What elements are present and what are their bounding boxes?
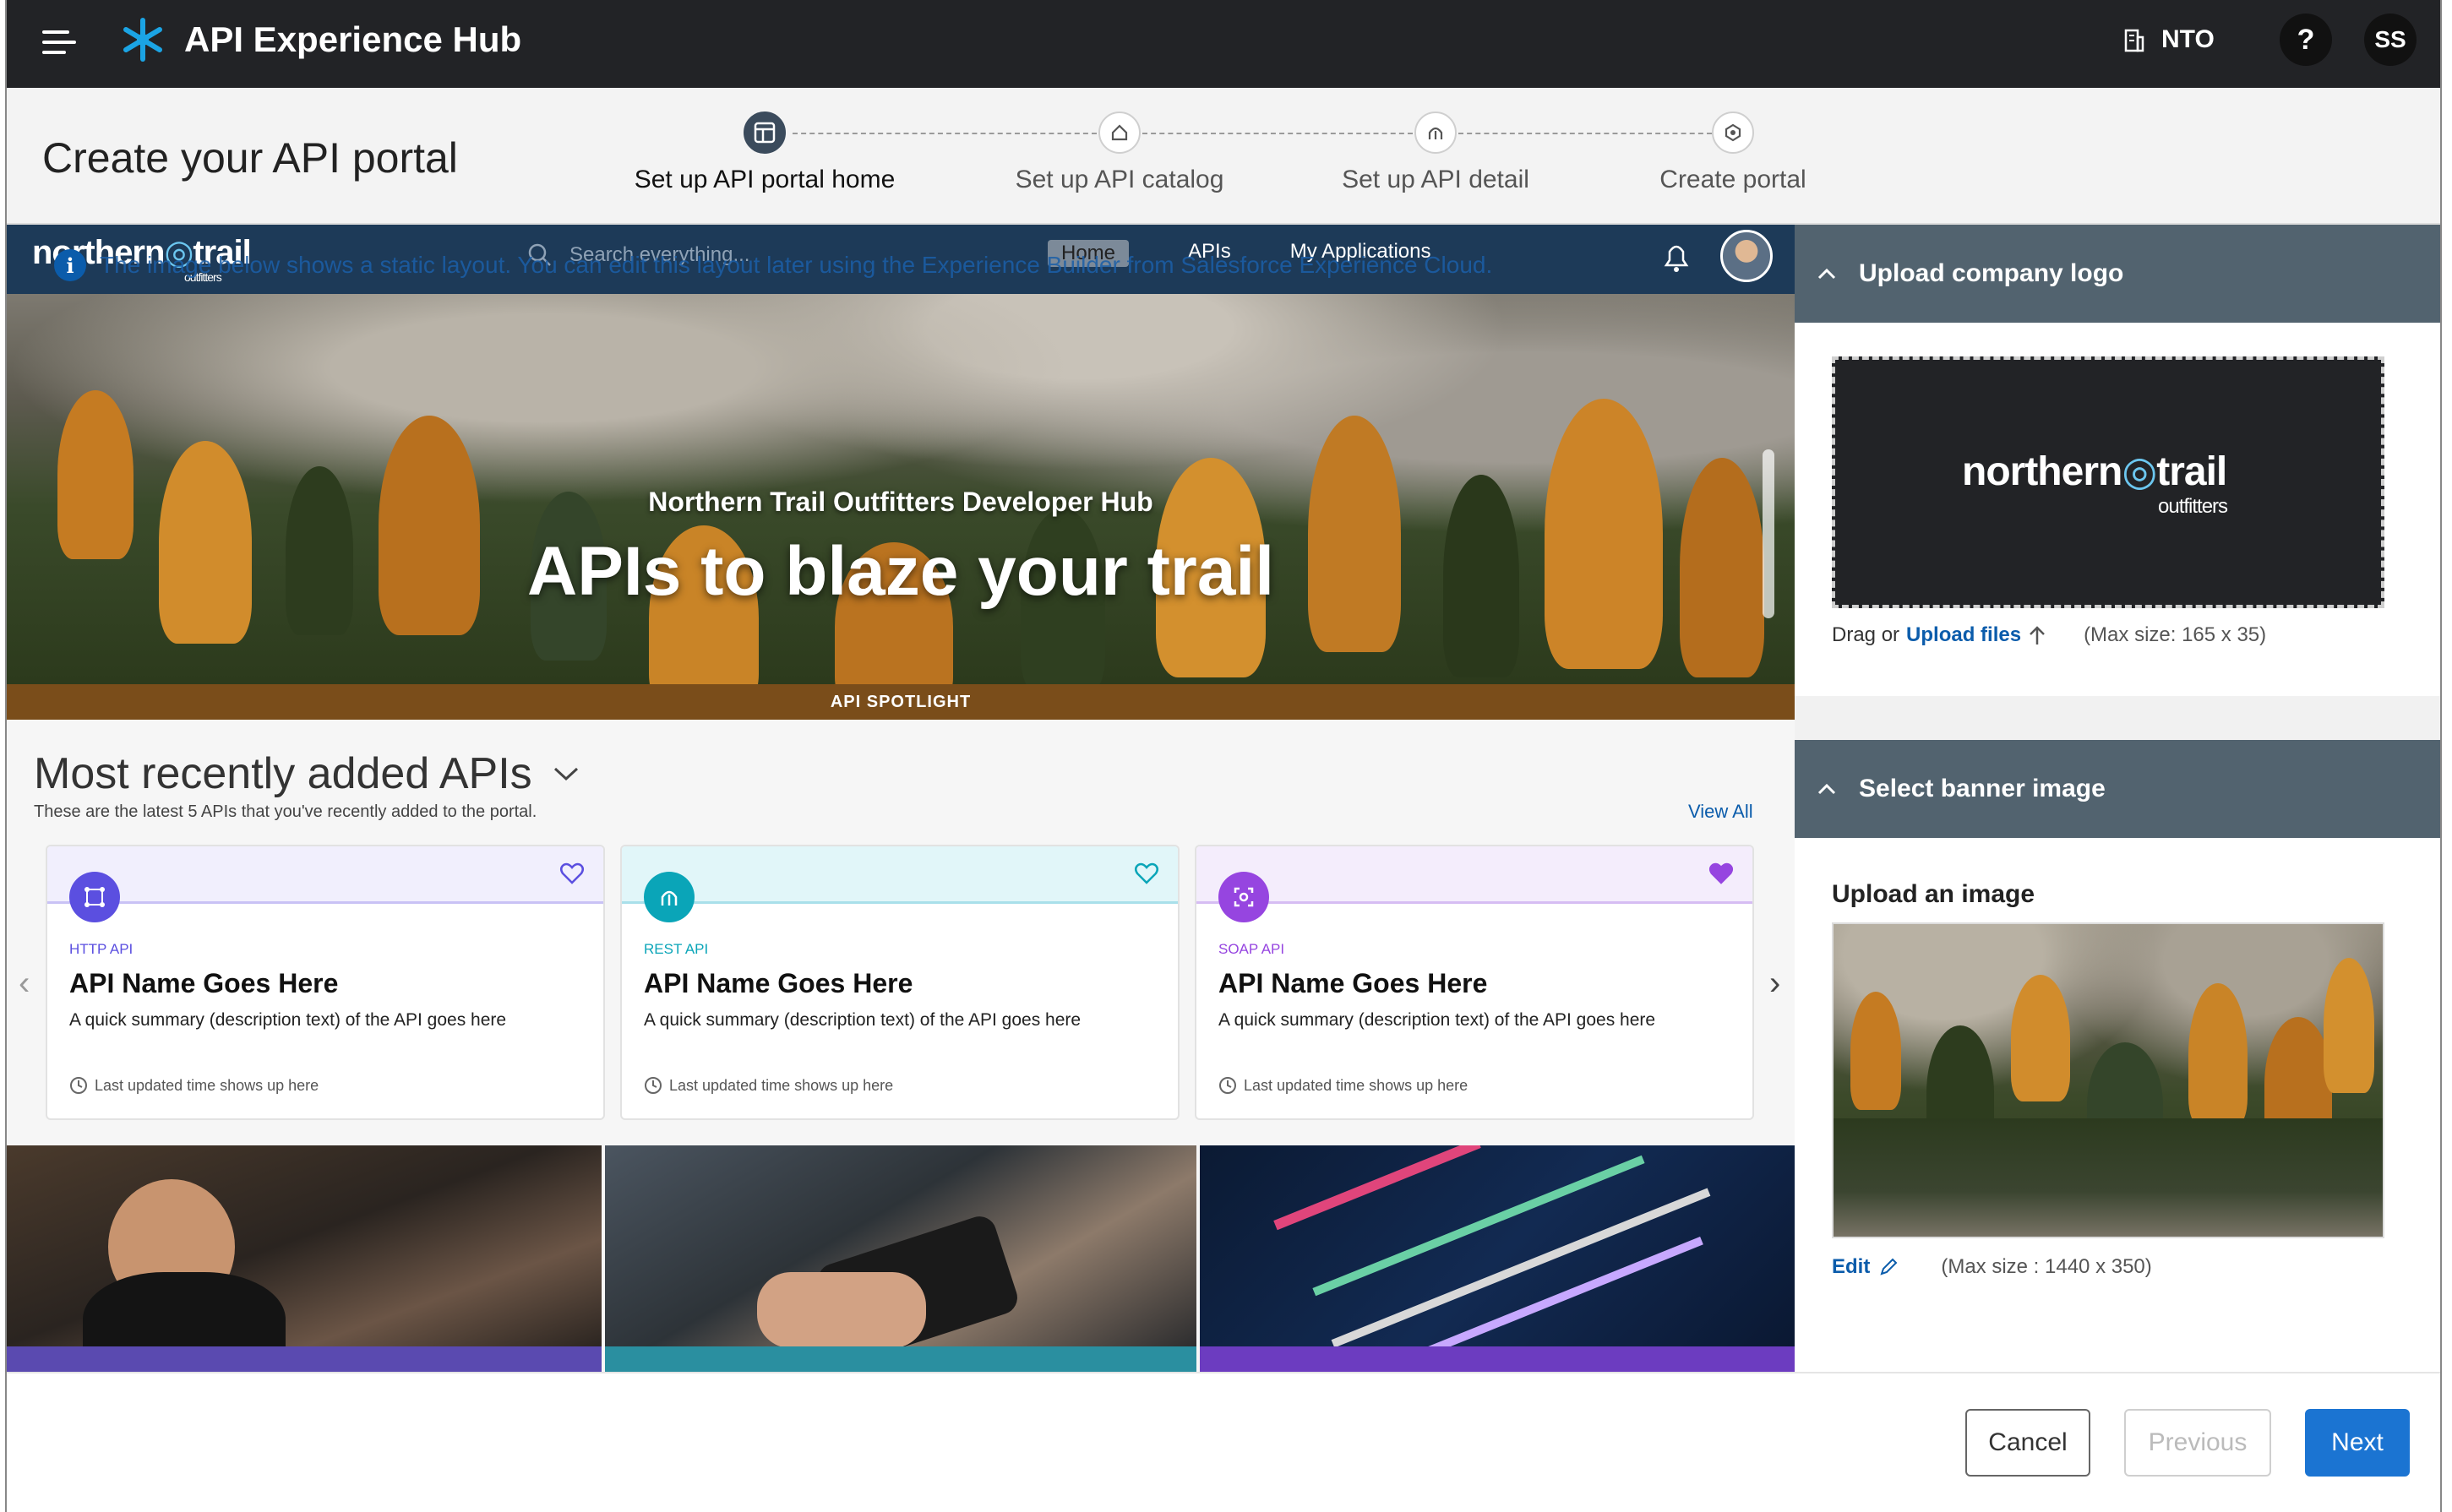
recent-apis-heading[interactable]: Most recently added APIs bbox=[34, 748, 580, 799]
menu-icon[interactable] bbox=[42, 22, 79, 63]
logo-upload-row: Drag or Upload files (Max size: 165 x 35… bbox=[1832, 623, 2266, 647]
step-4-icon[interactable] bbox=[1712, 111, 1754, 154]
step-3-icon[interactable] bbox=[1414, 111, 1457, 154]
soap-api-icon bbox=[1218, 872, 1269, 922]
upload-files-link[interactable]: Upload files bbox=[1906, 623, 2021, 647]
recent-apis-subtitle: These are the latest 5 APIs that you've … bbox=[34, 802, 537, 821]
favorite-heart-icon[interactable] bbox=[1708, 862, 1734, 885]
carousel-prev-icon[interactable]: ‹ bbox=[19, 965, 30, 1003]
bell-icon[interactable] bbox=[1659, 238, 1693, 275]
layout-info-banner: i The image below shows a static layout.… bbox=[54, 248, 1659, 282]
hero-subtitle: Northern Trail Outfitters Developer Hub bbox=[648, 487, 1153, 517]
preview-scrollbar[interactable] bbox=[1763, 449, 1774, 618]
portal-user-avatar[interactable] bbox=[1720, 230, 1773, 282]
api-description: A quick summary (description text) of th… bbox=[644, 1010, 1082, 1030]
api-updated: Last updated time shows up here bbox=[644, 1076, 893, 1095]
api-kind: SOAP API bbox=[1218, 941, 1285, 957]
wizard-header: Create your API portal Set up API portal… bbox=[7, 88, 2440, 225]
api-name: API Name Goes Here bbox=[644, 968, 913, 998]
wizard-footer: Cancel Previous Next bbox=[7, 1372, 2440, 1512]
api-description: A quick summary (description text) of th… bbox=[1218, 1010, 1656, 1030]
org-label: NTO bbox=[2161, 25, 2215, 53]
photo-tile-hand-phone bbox=[605, 1145, 1196, 1372]
api-kind: REST API bbox=[644, 941, 709, 957]
step-1-icon[interactable] bbox=[744, 111, 786, 154]
step-connector bbox=[1458, 133, 1712, 134]
photo-tile-person-headphones bbox=[7, 1145, 602, 1372]
api-updated: Last updated time shows up here bbox=[69, 1076, 319, 1095]
chevron-down-icon bbox=[553, 767, 578, 781]
page-title: Create your API portal bbox=[42, 134, 458, 182]
carousel-next-icon[interactable]: › bbox=[1769, 965, 1780, 1003]
portal-nav-bar: northern◎trail outfitters Search everyth… bbox=[7, 225, 1795, 294]
window-left-edge bbox=[0, 0, 7, 1512]
user-avatar[interactable]: SS bbox=[2364, 14, 2417, 66]
hero-banner: Northern Trail Outfitters Developer Hub … bbox=[7, 289, 1795, 684]
clock-icon bbox=[1219, 1077, 1236, 1094]
api-name: API Name Goes Here bbox=[1218, 968, 1488, 998]
pencil-icon[interactable] bbox=[1878, 1257, 1899, 1277]
banner-edit-row: Edit (Max size : 1440 x 350) bbox=[1832, 1255, 2152, 1279]
upload-arrow-icon[interactable] bbox=[2028, 624, 2046, 646]
building-icon bbox=[2124, 29, 2144, 52]
api-card[interactable]: HTTP API API Name Goes Here A quick summ… bbox=[46, 845, 605, 1120]
banner-section-header[interactable]: Select banner image bbox=[1795, 740, 2440, 838]
banner-image-preview[interactable] bbox=[1832, 922, 2384, 1238]
step-3-label[interactable]: Set up API detail bbox=[1342, 166, 1529, 194]
step-4-label[interactable]: Create portal bbox=[1659, 166, 1806, 194]
step-connector bbox=[1142, 133, 1413, 134]
cancel-button[interactable]: Cancel bbox=[1965, 1409, 2090, 1477]
step-2-icon[interactable] bbox=[1098, 111, 1141, 154]
info-text: The image below shows a static layout. Y… bbox=[100, 252, 1493, 278]
logo-section-body: northern◎trail outfitters Drag or Upload… bbox=[1795, 323, 2440, 696]
banner-section-body: Upload an image Edit (Max size : 1440 x … bbox=[1795, 838, 2440, 1372]
step-1-label[interactable]: Set up API portal home bbox=[635, 166, 896, 194]
global-header: API Experience Hub NTO ? SS bbox=[7, 0, 2440, 88]
chevron-up-icon bbox=[1817, 783, 1836, 795]
edit-link[interactable]: Edit bbox=[1832, 1255, 1870, 1279]
window-right-edge bbox=[2440, 0, 2452, 1512]
company-logo-preview: northern◎trail outfitters bbox=[1962, 449, 2228, 518]
api-kind: HTTP API bbox=[69, 941, 133, 957]
api-spotlight-bar: API SPOTLIGHT bbox=[7, 684, 1795, 720]
api-card[interactable]: SOAP API API Name Goes Here A quick summ… bbox=[1195, 845, 1754, 1120]
chevron-up-icon bbox=[1817, 268, 1836, 280]
api-updated: Last updated time shows up here bbox=[1218, 1076, 1468, 1095]
http-api-icon bbox=[69, 872, 120, 922]
api-card[interactable]: REST API API Name Goes Here A quick summ… bbox=[620, 845, 1180, 1120]
hero-title: APIs to blaze your trail bbox=[527, 533, 1274, 610]
api-description: A quick summary (description text) of th… bbox=[69, 1010, 507, 1030]
upload-image-heading: Upload an image bbox=[1832, 880, 2035, 908]
drag-label: Drag or bbox=[1832, 623, 1900, 646]
org-switcher[interactable]: NTO bbox=[2122, 19, 2215, 61]
logo-section-header[interactable]: Upload company logo bbox=[1795, 225, 2440, 323]
info-icon: i bbox=[54, 249, 86, 281]
app-title: API Experience Hub bbox=[184, 19, 522, 59]
banner-max-size: (Max size : 1440 x 350) bbox=[1941, 1255, 2152, 1278]
previous-button[interactable]: Previous bbox=[2124, 1409, 2271, 1477]
next-button[interactable]: Next bbox=[2305, 1409, 2410, 1477]
api-name: API Name Goes Here bbox=[69, 968, 339, 998]
settings-panel: Upload company logo northern◎trail outfi… bbox=[1795, 225, 2440, 1372]
logo-dropzone[interactable]: northern◎trail outfitters bbox=[1832, 356, 2384, 608]
rest-api-icon bbox=[644, 872, 695, 922]
portal-home-preview: Northern Trail Outfitters Developer Hub … bbox=[7, 225, 1795, 1372]
favorite-heart-icon[interactable] bbox=[1134, 862, 1159, 885]
help-button[interactable]: ? bbox=[2280, 14, 2332, 66]
step-connector bbox=[793, 133, 1097, 134]
photo-tile-code-screen bbox=[1200, 1145, 1795, 1372]
step-2-label[interactable]: Set up API catalog bbox=[1016, 166, 1224, 194]
view-all-link[interactable]: View All bbox=[1688, 801, 1753, 823]
clock-icon bbox=[645, 1077, 662, 1094]
favorite-heart-icon[interactable] bbox=[559, 862, 585, 885]
snowflake-logo-icon bbox=[123, 18, 162, 62]
logo-max-size: (Max size: 165 x 35) bbox=[2084, 623, 2267, 646]
clock-icon bbox=[70, 1077, 87, 1094]
